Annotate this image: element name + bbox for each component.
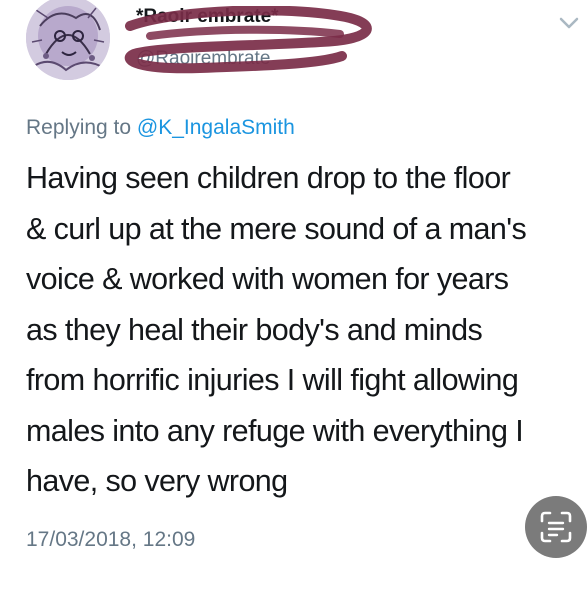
tweet-text-line: from horrific injuries I will fight allo… [26,363,519,397]
reply-context: Replying to @K_IngalaSmith [26,116,295,140]
tweet-card: *Raoir embrate* @Raoirembrate Replying t… [0,0,587,600]
text-scan-icon [540,511,572,543]
text-scan-button[interactable] [525,496,587,558]
tweet-text-line: Having seen children drop to the floor [26,161,511,195]
chevron-down-icon[interactable] [556,10,582,36]
tweet-text-line: voice & worked with women for years [26,262,509,296]
tweet-text: Having seen children drop to the floor &… [26,153,586,507]
avatar[interactable] [26,0,110,80]
tweet-timestamp[interactable]: 17/03/2018, 12:09 [26,528,195,552]
author-display-name[interactable]: *Raoir embrate* [136,6,279,28]
reply-mention-link[interactable]: @K_IngalaSmith [137,116,295,139]
author-block[interactable]: *Raoir embrate* @Raoirembrate [120,6,420,76]
author-handle[interactable]: @Raoirembrate [136,48,270,70]
tweet-text-line: as they heal their body's and minds [26,312,483,347]
tweet-text-line: males into any refuge with everything I [26,413,524,448]
tweet-text-line: & curl up at the mere sound of a man's [26,211,527,246]
tweet-text-line: have, so very wrong [26,464,288,498]
reply-context-prefix: Replying to [26,116,137,139]
